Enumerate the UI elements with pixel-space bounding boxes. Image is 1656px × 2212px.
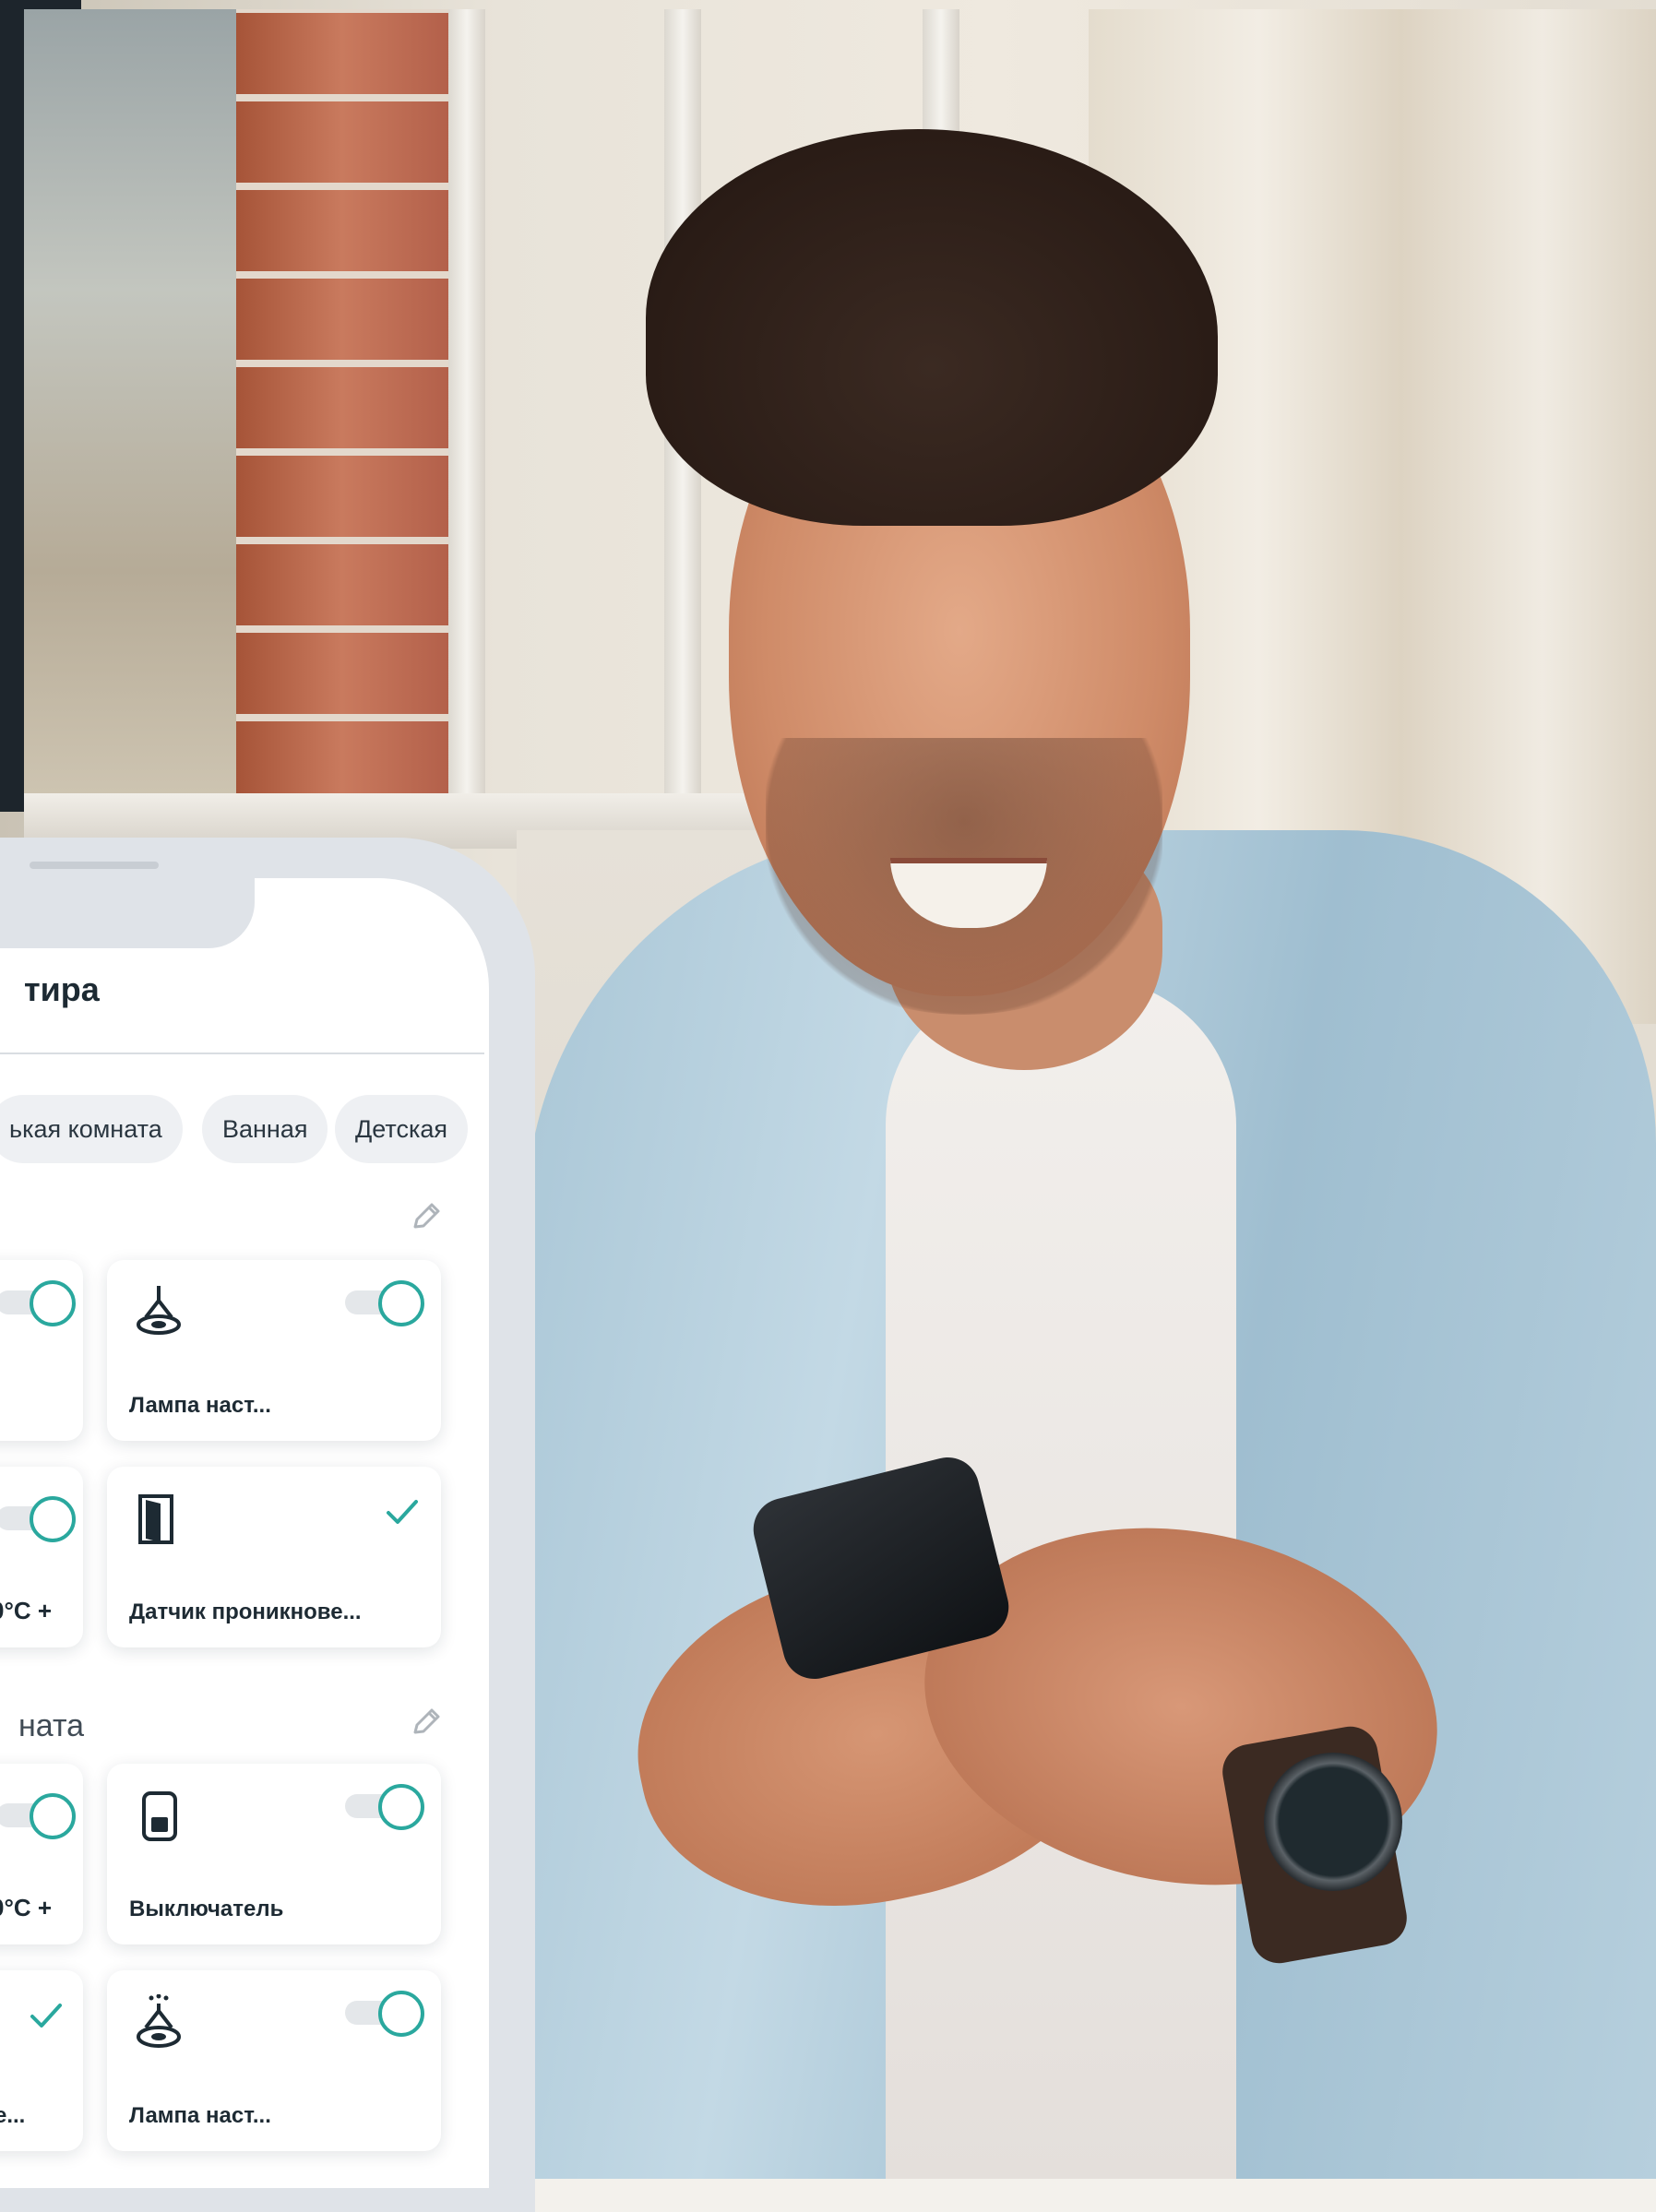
toggle-knob [378, 1784, 424, 1830]
page-title: тира [24, 970, 100, 1008]
edit-pencil-icon[interactable] [408, 1199, 445, 1236]
device-name: Лампа наст... [129, 1393, 271, 1418]
door-sensor-icon [138, 1494, 173, 1544]
phone-notch [0, 878, 255, 948]
toggle-knob [378, 1280, 424, 1326]
toggle-knob [378, 1991, 424, 2037]
window-blur [24, 9, 236, 812]
title-divider [0, 1052, 484, 1054]
check-icon [30, 2004, 62, 2028]
switch-icon [142, 1791, 177, 1841]
room-chip-living[interactable]: ькая комната [0, 1095, 183, 1163]
toggle-knob [30, 1280, 76, 1326]
dark-frame-corner [0, 0, 81, 9]
device-toggle[interactable] [345, 1991, 424, 2037]
device-card-lamp[interactable]: Лампа наст... [107, 1970, 441, 2151]
device-card-partial-thermostat[interactable]: 0°C + [0, 1467, 83, 1647]
device-card-partial[interactable]: е... [0, 1970, 83, 2151]
device-toggle[interactable] [0, 1793, 76, 1839]
brick-wall [236, 9, 448, 803]
ceiling-lamp-icon [137, 1286, 181, 1335]
device-name: е... [0, 2103, 26, 2128]
toggle-knob [30, 1496, 76, 1542]
phone-speaker [30, 862, 159, 869]
device-card-partial-thermostat[interactable]: 0°C + [0, 1764, 83, 1944]
section-title: ната [18, 1708, 85, 1743]
window-frame [448, 9, 485, 821]
edit-pencil-icon[interactable] [408, 1705, 445, 1742]
room-chip-kids[interactable]: Детская [335, 1095, 469, 1163]
room-chip-bathroom[interactable]: Ванная [202, 1095, 328, 1163]
device-name: Лампа наст... [129, 2103, 271, 2128]
device-card-lamp[interactable]: Лампа наст... [107, 1260, 441, 1441]
device-card-partial[interactable] [0, 1260, 83, 1441]
device-toggle[interactable] [345, 1784, 424, 1830]
device-toggle[interactable] [0, 1280, 76, 1326]
device-card-door-sensor[interactable]: Датчик проникнове... [107, 1467, 441, 1647]
toggle-knob [30, 1793, 76, 1839]
wristwatch-face [1264, 1753, 1402, 1891]
dark-frame-strip [0, 0, 24, 812]
device-toggle[interactable] [345, 1280, 424, 1326]
lamp-light-icon [137, 1994, 181, 2048]
check-icon [387, 1500, 418, 1524]
device-card-switch[interactable]: Выключатель [107, 1764, 441, 1944]
device-name: Выключатель [129, 1897, 284, 1921]
temperature-value[interactable]: 0°C + [0, 1597, 52, 1625]
temperature-value[interactable]: 0°C + [0, 1894, 52, 1922]
device-name: Датчик проникнове... [129, 1600, 362, 1624]
device-toggle[interactable] [0, 1496, 76, 1542]
